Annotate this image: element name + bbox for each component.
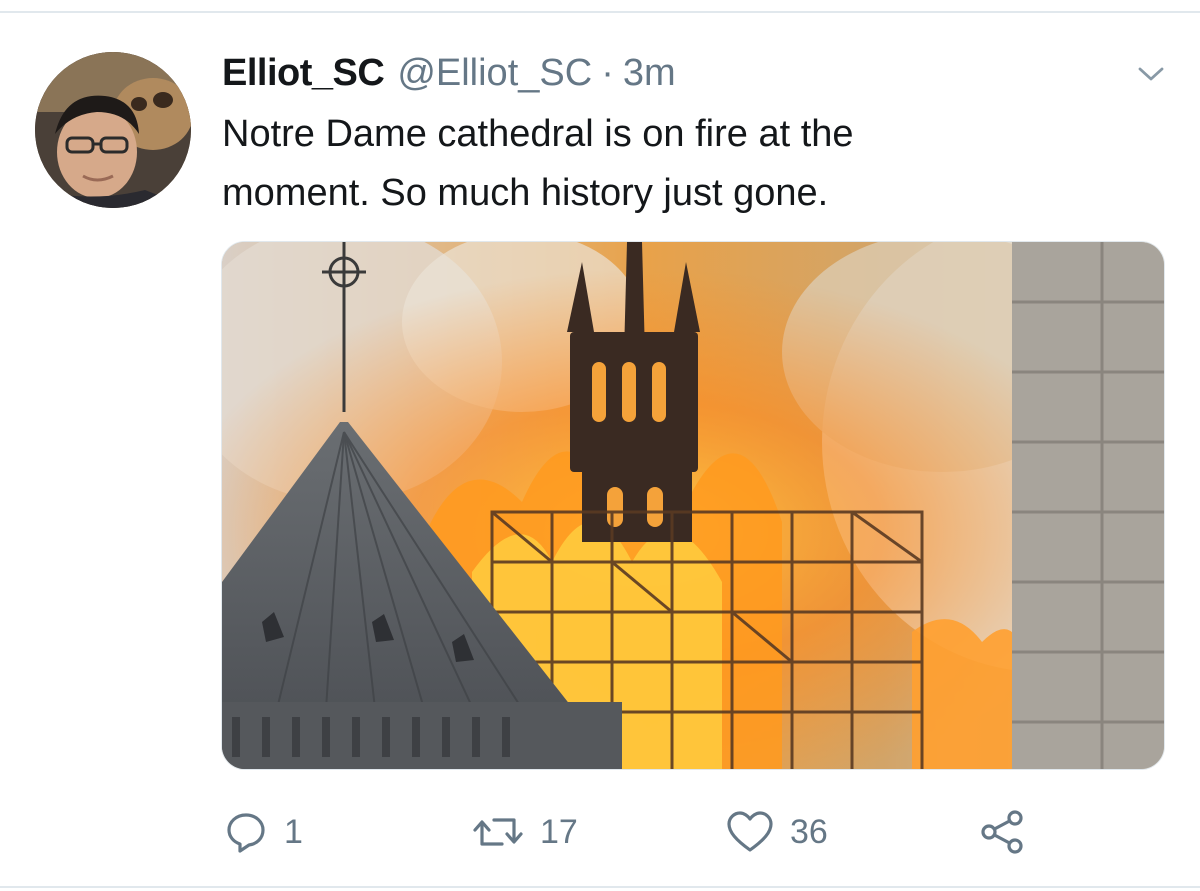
reply-count: 1 [284, 812, 303, 851]
tweet-text-line: moment. So much history just gone. [222, 172, 829, 214]
reply-button[interactable]: 1 [224, 800, 303, 864]
chevron-down-icon [1138, 67, 1164, 81]
display-name[interactable]: Elliot_SC [222, 50, 385, 96]
retweet-icon [473, 818, 523, 846]
tweet-menu-button[interactable] [1133, 60, 1169, 88]
share-icon [981, 810, 1023, 854]
avatar-image [35, 52, 191, 208]
tweet-text: Notre Dame cathedral is on fire at the m… [222, 105, 1122, 223]
share-button[interactable] [978, 800, 1026, 864]
avatar[interactable] [35, 52, 191, 208]
tweet-actions: 1 17 36 [0, 800, 1200, 864]
like-button[interactable]: 36 [726, 800, 828, 864]
tweet-header: Elliot_SC @Elliot_SC · 3m [222, 50, 676, 96]
tweet-photo[interactable] [221, 241, 1165, 770]
timestamp[interactable]: 3m [623, 50, 676, 96]
separator-dot: · [601, 52, 614, 94]
retweet-count: 17 [540, 812, 578, 851]
bottom-divider [0, 886, 1200, 888]
reply-icon [227, 813, 265, 853]
heart-icon [727, 811, 773, 852]
tweet-text-line: Notre Dame cathedral is on fire at the [222, 113, 854, 155]
notre-dame-fire-image [222, 242, 1164, 769]
user-handle[interactable]: @Elliot_SC [397, 50, 592, 96]
like-count: 36 [790, 812, 828, 851]
retweet-button[interactable]: 17 [472, 800, 578, 864]
top-divider [0, 11, 1200, 13]
